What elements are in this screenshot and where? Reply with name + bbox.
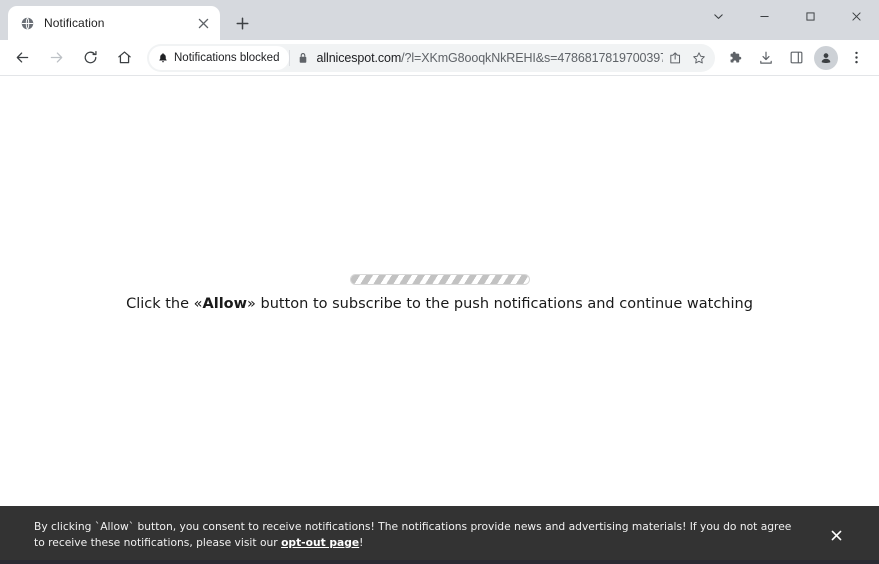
browser-window: Notification Notifications blocked allni…: [0, 0, 879, 564]
forward-button[interactable]: [42, 44, 70, 72]
tab-strip: Notification: [0, 0, 879, 40]
tab-title: Notification: [44, 16, 105, 30]
maximize-button[interactable]: [787, 0, 833, 32]
address-bar[interactable]: Notifications blocked allnicespot.com/?l…: [147, 43, 715, 72]
consent-text-part1: By clicking `Allow` button, you consent …: [34, 519, 792, 549]
clipped-page-content: [0, 560, 879, 564]
browser-toolbar: Notifications blocked allnicespot.com/?l…: [0, 40, 879, 76]
bell-icon: [157, 52, 169, 64]
instruction-text: Click the «Allow» button to subscribe to…: [126, 296, 753, 312]
subscribe-prompt: Click the «Allow» button to subscribe to…: [0, 274, 879, 312]
url-text[interactable]: allnicespot.com/?l=XKmG8ooqkNkREHI&s=478…: [316, 51, 663, 65]
opt-out-page-link[interactable]: opt-out page: [281, 536, 359, 549]
consent-banner-text: By clicking `Allow` button, you consent …: [34, 519, 821, 552]
notifications-blocked-chip[interactable]: Notifications blocked: [149, 45, 290, 70]
extensions-puzzle-icon[interactable]: [723, 45, 749, 71]
new-tab-button[interactable]: [228, 9, 256, 37]
share-icon[interactable]: [663, 46, 687, 70]
banner-close-icon[interactable]: [821, 520, 851, 550]
instruction-prefix: Click the «: [126, 296, 203, 312]
side-panel-icon[interactable]: [783, 45, 809, 71]
window-controls: [695, 0, 879, 32]
bookmark-star-icon[interactable]: [687, 46, 711, 70]
globe-icon: [19, 15, 35, 31]
minimize-button[interactable]: [741, 0, 787, 32]
allow-keyword: Allow: [202, 296, 248, 312]
tab-close-icon[interactable]: [194, 14, 212, 32]
loading-progress-bar: [349, 274, 530, 285]
tab-search-button[interactable]: [695, 0, 741, 32]
url-host: allnicespot.com: [316, 50, 402, 65]
consent-banner: By clicking `Allow` button, you consent …: [0, 506, 879, 564]
consent-text-part2: !: [359, 536, 364, 549]
close-window-button[interactable]: [833, 0, 879, 32]
downloads-icon[interactable]: [753, 45, 779, 71]
page-content: Click the «Allow» button to subscribe to…: [0, 76, 879, 564]
lock-icon[interactable]: [290, 52, 316, 64]
reload-button[interactable]: [76, 44, 104, 72]
browser-tab-notification[interactable]: Notification: [8, 6, 220, 40]
url-path: /?l=XKmG8ooqkNkREHI&s=478681781970039735…: [401, 50, 663, 65]
home-button[interactable]: [110, 44, 138, 72]
back-button[interactable]: [8, 44, 36, 72]
notifications-blocked-label: Notifications blocked: [174, 51, 280, 64]
profile-avatar[interactable]: [814, 45, 838, 70]
instruction-suffix: » button to subscribe to the push notifi…: [247, 296, 753, 312]
browser-menu-icon[interactable]: [843, 45, 869, 71]
